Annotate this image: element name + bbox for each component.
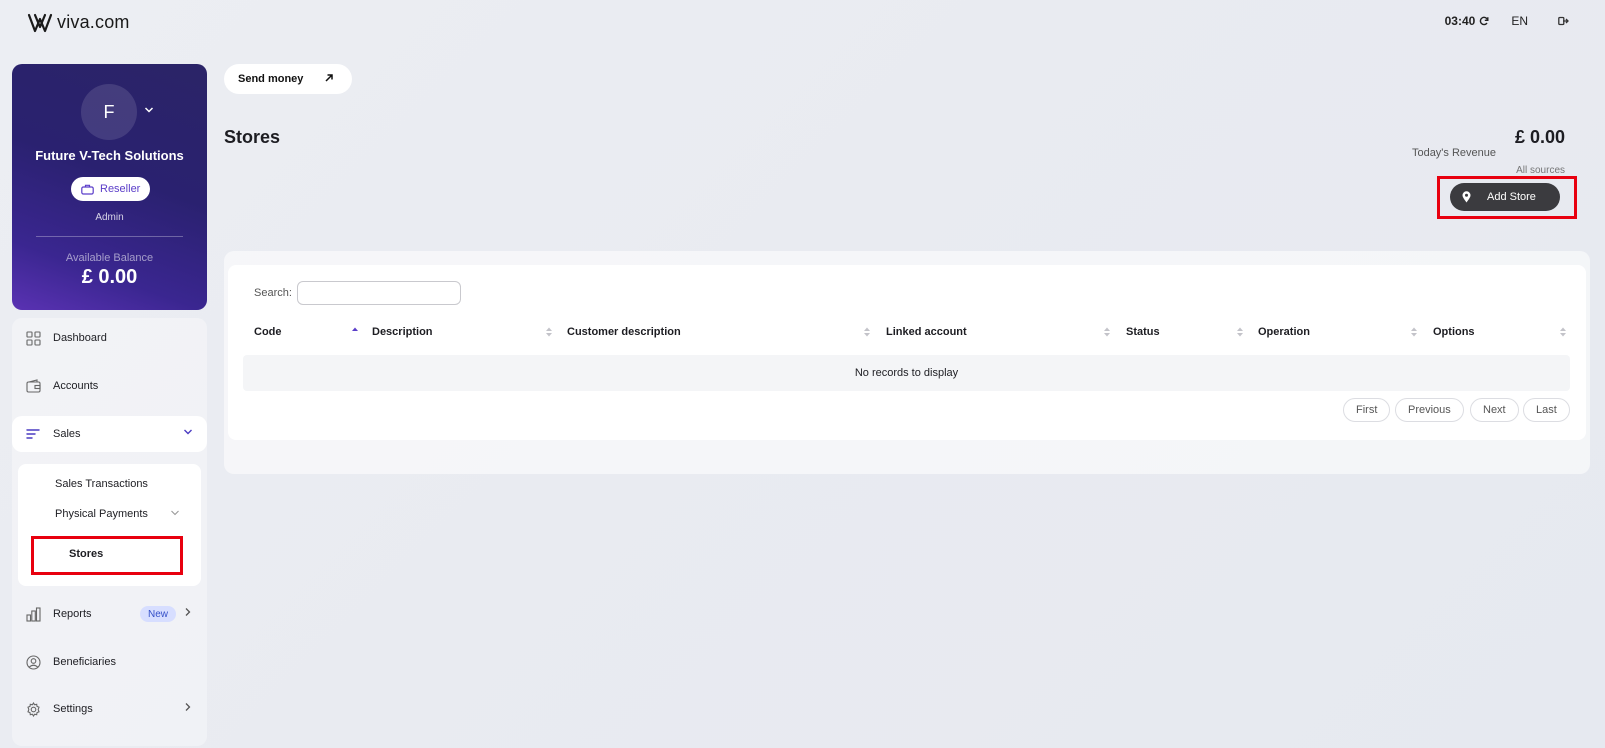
top-right-controls: 03:40 EN: [1445, 14, 1569, 28]
pagination-previous-button[interactable]: Previous: [1395, 398, 1464, 422]
column-header-options[interactable]: Options: [1433, 326, 1475, 338]
highlight-box-stores: [31, 536, 183, 575]
avatar-initial: F: [103, 101, 115, 122]
sidebar-item-reports[interactable]: Reports New: [12, 596, 207, 632]
pagination-first-button[interactable]: First: [1343, 398, 1391, 422]
dashboard-icon: [25, 330, 41, 346]
role-badge: Reseller: [71, 177, 151, 201]
briefcase-icon: [81, 184, 94, 195]
sidebar-item-label: Reports: [53, 608, 92, 620]
pagination-next-button[interactable]: Next: [1470, 398, 1519, 422]
sidebar-item-label: Settings: [53, 703, 93, 715]
submenu-physical-payments[interactable]: Physical Payments: [55, 508, 148, 520]
page-title: Stores: [224, 127, 281, 147]
chevron-right-icon[interactable]: [183, 702, 193, 712]
sidebar-item-beneficiaries[interactable]: Beneficiaries: [12, 644, 207, 680]
viva-logo-icon: [27, 13, 53, 32]
new-badge: New: [140, 606, 177, 622]
sidebar-item-sales[interactable]: Sales: [12, 416, 207, 452]
sort-icon[interactable]: [1103, 326, 1111, 338]
column-header-operation[interactable]: Operation: [1258, 326, 1310, 338]
wallet-icon: [25, 378, 41, 394]
sidebar-item-dashboard[interactable]: Dashboard: [12, 320, 207, 356]
sidebar-item-label: Beneficiaries: [53, 656, 116, 668]
gear-icon: [25, 701, 41, 717]
sidebar-item-accounts[interactable]: Accounts: [12, 368, 207, 404]
search-label: Search:: [254, 287, 292, 299]
sort-icon[interactable]: [1559, 326, 1567, 338]
highlight-box-add-store: [1437, 176, 1577, 219]
language-selector[interactable]: EN: [1511, 14, 1528, 28]
send-money-button[interactable]: Send money: [224, 64, 352, 94]
arrow-up-right-icon: [325, 74, 333, 82]
user-icon: [25, 654, 41, 670]
submenu-sales-transactions[interactable]: Sales Transactions: [55, 478, 148, 490]
divider: [36, 236, 183, 237]
revenue-sources[interactable]: All sources: [1516, 165, 1565, 176]
sidebar-item-label: Dashboard: [53, 332, 107, 344]
sort-icon[interactable]: [863, 326, 871, 338]
role-label: Reseller: [100, 183, 141, 195]
column-header-code[interactable]: Code: [254, 326, 282, 338]
sort-icon[interactable]: [1410, 326, 1418, 338]
sidebar-item-label: Sales: [53, 428, 81, 440]
sort-icon[interactable]: [1236, 326, 1244, 338]
chevron-right-icon[interactable]: [183, 607, 193, 617]
balance-label: Available Balance: [65, 252, 154, 264]
search-input[interactable]: [297, 281, 461, 305]
sort-asc-icon[interactable]: [351, 326, 359, 338]
sales-icon: [25, 426, 41, 442]
revenue-label: Today's Revenue: [1411, 147, 1496, 159]
user-role: Admin: [95, 212, 124, 223]
logo-text: viva.com: [57, 12, 130, 32]
logout-icon[interactable]: [1558, 16, 1569, 26]
clock-time: 03:40: [1444, 14, 1476, 28]
refresh-icon[interactable]: [1479, 16, 1489, 26]
company-name: Future V-Tech Solutions: [35, 148, 184, 163]
session-clock[interactable]: 03:40: [1445, 14, 1490, 28]
revenue-value: £ 0.00: [1514, 127, 1565, 147]
profile-card: F Future V-Tech Solutions Reseller Admin…: [12, 64, 207, 310]
chevron-down-icon[interactable]: [183, 427, 193, 437]
column-header-description[interactable]: Description: [372, 326, 433, 338]
column-header-customer-description[interactable]: Customer description: [567, 326, 681, 338]
sidebar-item-label: Accounts: [53, 380, 99, 392]
chevron-down-icon[interactable]: [170, 509, 180, 517]
sidebar-item-settings[interactable]: Settings: [12, 691, 207, 727]
empty-table-row: No records to display: [243, 355, 1570, 391]
avatar[interactable]: F: [81, 84, 137, 140]
pagination-last-button[interactable]: Last: [1523, 398, 1570, 422]
send-money-label: Send money: [238, 73, 304, 85]
column-header-status[interactable]: Status: [1126, 326, 1160, 338]
empty-message: No records to display: [854, 367, 959, 379]
sort-icon[interactable]: [545, 326, 553, 338]
chevron-down-icon[interactable]: [144, 106, 154, 114]
logo[interactable]: viva.com: [27, 12, 130, 33]
balance-value: £ 0.00: [81, 266, 138, 288]
chart-icon: [25, 606, 41, 622]
column-header-linked-account[interactable]: Linked account: [886, 326, 967, 338]
